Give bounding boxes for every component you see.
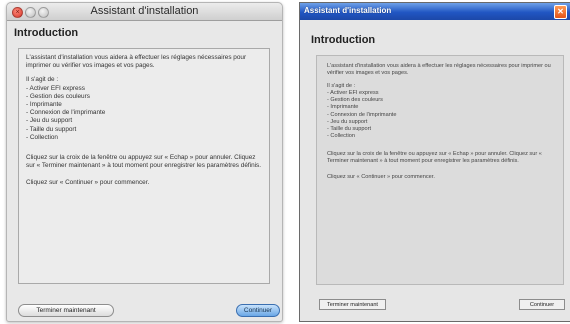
settings-list: - Activer EFI express - Gestion des coul… xyxy=(26,85,262,142)
start-instructions: Cliquez sur « Continuer » pour commencer… xyxy=(26,179,150,187)
list-item: - Taille du support xyxy=(327,126,372,133)
cancel-instructions: Cliquez sur la croix de la fenêtre ou ap… xyxy=(26,153,262,170)
list-item: - Imprimante xyxy=(327,104,359,111)
window-title: Assistant d'installation xyxy=(90,5,199,17)
list-item: - Imprimante xyxy=(26,100,62,108)
start-instructions: Cliquez sur « Continuer » pour commencer… xyxy=(327,174,435,181)
finish-now-button[interactable]: Terminer maintenant xyxy=(319,299,386,310)
list-item: - Gestion des couleurs xyxy=(327,97,383,104)
page-heading: Introduction xyxy=(14,27,79,39)
list-item: - Collection xyxy=(26,133,58,141)
list-intro: Il s'agit de : xyxy=(26,76,59,84)
windows-installer-window: Assistant d'installation ✕ Introduction … xyxy=(299,2,570,322)
intro-panel: L'assistant d'installation vous aidera à… xyxy=(18,48,270,284)
list-item: - Gestion des couleurs xyxy=(26,92,90,100)
list-item: - Jeu du support xyxy=(327,118,368,125)
list-item: - Activer EFI express xyxy=(26,84,85,92)
mac-title-bar[interactable]: × Assistant d'installation xyxy=(7,3,282,21)
intro-paragraph: L'assistant d'installation vous aidera à… xyxy=(26,54,247,70)
page-heading: Introduction xyxy=(311,34,376,46)
windows-title-bar[interactable]: Assistant d'installation ✕ xyxy=(300,3,570,20)
list-item: - Connexion de l'imprimante xyxy=(26,109,106,117)
list-item: - Connexion de l'imprimante xyxy=(327,111,397,118)
list-item: - Collection xyxy=(327,133,355,140)
list-item: - Activer EFI express xyxy=(327,89,379,96)
list-item: - Jeu du support xyxy=(26,117,73,125)
intro-panel: L'assistant d'installation vous aidera à… xyxy=(316,55,564,285)
list-item: - Taille du support xyxy=(26,125,77,133)
list-intro: Il s'agit de : xyxy=(327,82,356,89)
finish-now-button[interactable]: Terminer maintenant xyxy=(18,304,114,317)
continue-button[interactable]: Continuer xyxy=(236,304,280,317)
continue-button[interactable]: Continuer xyxy=(519,299,565,310)
settings-list: - Activer EFI express - Gestion des coul… xyxy=(327,90,553,141)
close-glyph: ✕ xyxy=(557,7,564,16)
window-title: Assistant d'installation xyxy=(304,6,392,15)
intro-paragraph: L'assistant d'installation vous aidera à… xyxy=(327,63,551,77)
cancel-instructions: Cliquez sur la croix de la fenêtre ou ap… xyxy=(327,150,542,164)
mac-installer-window: × Assistant d'installation Introduction … xyxy=(6,2,283,322)
close-icon[interactable]: ✕ xyxy=(554,5,567,19)
